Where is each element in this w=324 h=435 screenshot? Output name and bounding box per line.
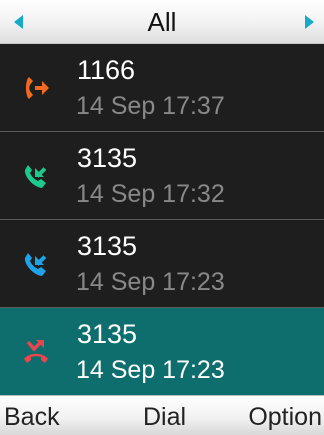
option-softkey[interactable]: Option [248,402,322,432]
back-softkey[interactable]: Back [4,402,60,432]
call-time: 14 Sep 17:32 [76,180,225,208]
call-time: 14 Sep 17:37 [76,92,225,120]
received-call-icon [24,253,47,276]
call-log-row[interactable]: 3135 14 Sep 17:32 [0,132,324,220]
call-log-row-selected[interactable]: 3135 14 Sep 17:23 [0,308,324,395]
outgoing-call-icon [26,77,49,99]
call-number: 3135 [77,143,138,173]
dial-softkey[interactable]: Dial [143,402,186,432]
call-log-row[interactable]: 3135 14 Sep 17:23 [0,220,324,308]
page-title: All [147,7,177,37]
missed-call-icon [24,340,48,363]
call-log-list: 1166 14 Sep 17:37 3135 14 Sep 17:32 3135… [0,44,324,395]
call-time: 14 Sep 17:23 [76,268,225,296]
received-call-icon [24,165,47,188]
call-log-row[interactable]: 1166 14 Sep 17:37 [0,44,324,132]
call-time: 14 Sep 17:23 [76,356,225,384]
call-number: 3135 [77,319,138,349]
call-number: 1166 [77,55,136,85]
softkey-bar: Back Dial Option [0,395,324,435]
call-number: 3135 [77,231,138,261]
triangle-right-icon[interactable] [305,15,314,29]
header-bar: All [0,0,324,44]
